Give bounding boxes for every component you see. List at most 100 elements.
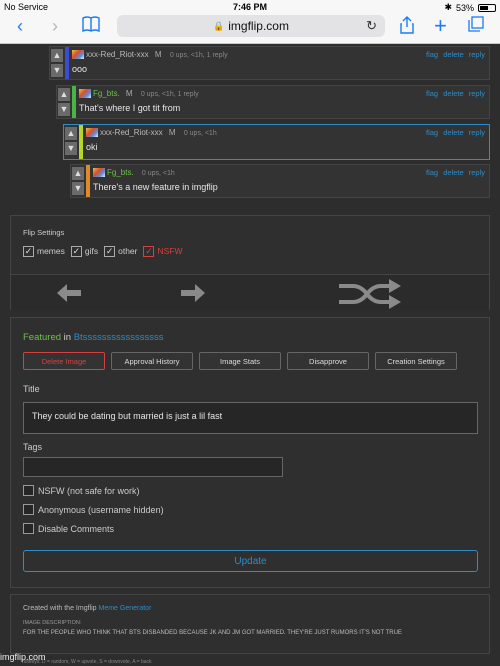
image-description: FOR THE PEOPLE WHO THINK THAT BTS DISBAN…: [23, 630, 402, 636]
address-bar[interactable]: 🔒 imgflip.com ↻: [117, 15, 385, 37]
vote-controls: ▲ ▼: [71, 165, 85, 197]
image-stats-button[interactable]: Image Stats: [199, 352, 281, 370]
vote-controls: ▲ ▼: [50, 47, 64, 79]
back-button[interactable]: ‹: [17, 16, 23, 36]
title-input[interactable]: They could be dating but married is just…: [23, 402, 478, 434]
thread-bar: [65, 47, 69, 79]
upvote-button[interactable]: ▲: [51, 49, 63, 62]
meme-generator-link[interactable]: Meme Generator: [99, 605, 152, 612]
new-tab-icon[interactable]: +: [434, 15, 447, 37]
downvote-button[interactable]: ▼: [65, 142, 77, 155]
flag-link[interactable]: flag: [426, 128, 438, 137]
checkbox-other[interactable]: ✓: [104, 246, 116, 258]
upvote-button[interactable]: ▲: [58, 88, 70, 101]
avatar: [72, 50, 84, 59]
gender-label: M: [154, 50, 162, 59]
next-arrow-icon[interactable]: [181, 284, 205, 306]
filter-nsfw[interactable]: ✓ NSFW: [143, 246, 183, 258]
reply-link[interactable]: reply: [469, 50, 485, 59]
battery-icon: [478, 3, 496, 12]
comment-username[interactable]: xxx-Red_Riot-xxx: [86, 50, 149, 59]
bluetooth-icon: ✱: [444, 2, 452, 12]
delete-image-button[interactable]: Delete Image: [23, 352, 105, 370]
creation-settings-button[interactable]: Creation Settings: [375, 352, 457, 370]
battery-area: ✱ 53%: [444, 2, 496, 13]
vote-controls: ▲ ▼: [64, 125, 78, 157]
comment: ▲ ▼ Fg_bts. 0 ups, <1h flag delete reply…: [70, 164, 490, 198]
disapprove-button[interactable]: Disapprove: [287, 352, 369, 370]
comment-username[interactable]: xxx-Red_Riot-xxx: [100, 128, 163, 137]
reply-link[interactable]: reply: [469, 128, 485, 137]
upvote-button[interactable]: ▲: [72, 167, 84, 180]
disable-comments-checkbox[interactable]: [23, 523, 34, 534]
lock-icon: 🔒: [213, 20, 225, 31]
stream-link[interactable]: Btsssssssssssssssss: [74, 332, 164, 343]
approval-history-button[interactable]: Approval History: [111, 352, 193, 370]
checkbox-nsfw[interactable]: ✓: [143, 246, 155, 258]
comment-stats: 0 ups, <1h, 1 reply: [169, 52, 228, 59]
vote-controls: ▲ ▼: [57, 86, 71, 118]
filter-gifs[interactable]: ✓ gifs: [70, 246, 98, 258]
avatar: [86, 128, 98, 137]
anonymous-checkbox[interactable]: [23, 504, 34, 515]
comment-username[interactable]: Fg_bts.: [107, 168, 134, 177]
tabs-icon[interactable]: [468, 16, 484, 36]
avatar: [93, 168, 105, 177]
reload-icon[interactable]: ↻: [366, 18, 377, 34]
gender-label: M: [125, 89, 133, 98]
url-text: imgflip.com: [228, 19, 289, 33]
flag-link[interactable]: flag: [426, 50, 438, 59]
comment-text: oki: [86, 142, 98, 152]
tags-input[interactable]: [23, 457, 283, 477]
comment-text: ooo: [72, 64, 88, 74]
downvote-button[interactable]: ▼: [72, 182, 84, 195]
anonymous-option[interactable]: Anonymous (username hidden): [23, 504, 164, 515]
flag-link[interactable]: flag: [426, 168, 438, 177]
flip-settings-title: Flip Settings: [23, 228, 65, 237]
created-with: Created with the Imgflip Meme Generator: [23, 605, 152, 612]
clock: 7:46 PM: [232, 2, 267, 12]
image-description-label: IMAGE DESCRIPTION:: [23, 620, 82, 626]
comment: ▲ ▼ xxx-Red_Riot-xxx M 0 ups, <1h, 1 rep…: [49, 46, 490, 80]
filter-other[interactable]: ✓ other: [104, 246, 137, 258]
nsfw-checkbox[interactable]: [23, 485, 34, 496]
shuffle-icon[interactable]: [337, 279, 403, 314]
battery-percent: 53%: [455, 2, 474, 13]
filter-memes[interactable]: ✓ memes: [23, 246, 65, 258]
comment-username[interactable]: Fg_bts.: [93, 89, 120, 98]
update-button[interactable]: Update: [23, 550, 478, 572]
forward-button[interactable]: ›: [52, 16, 58, 36]
prev-arrow-icon[interactable]: [57, 284, 81, 306]
reply-link[interactable]: reply: [469, 89, 485, 98]
bookmarks-icon[interactable]: [82, 16, 100, 36]
gender-label: M: [168, 128, 176, 137]
nsfw-option[interactable]: NSFW (not safe for work): [23, 485, 140, 496]
delete-link[interactable]: delete: [443, 168, 463, 177]
thread-bar: [72, 86, 76, 118]
title-label: Title: [23, 384, 40, 394]
flag-link[interactable]: flag: [426, 89, 438, 98]
avatar: [79, 89, 91, 98]
flip-filter-options: ✓ memes ✓ gifs ✓ other ✓ NSFW: [23, 246, 183, 258]
featured-header: Featured in Btsssssssssssssssss: [23, 332, 164, 343]
browser-chrome: No Service 7:46 PM ✱ 53% ‹ › 🔒 imgflip.c…: [0, 0, 500, 44]
reply-link[interactable]: reply: [469, 168, 485, 177]
flip-navigation: [11, 274, 489, 310]
status-bar: No Service 7:46 PM ✱ 53%: [0, 0, 500, 14]
delete-link[interactable]: delete: [443, 89, 463, 98]
image-footer: Created with the Imgflip Meme Generator …: [10, 594, 490, 654]
share-icon[interactable]: [400, 16, 414, 38]
downvote-button[interactable]: ▼: [51, 64, 63, 77]
upvote-button[interactable]: ▲: [65, 127, 77, 140]
disable-comments-option[interactable]: Disable Comments: [23, 523, 114, 534]
downvote-button[interactable]: ▼: [58, 103, 70, 116]
thread-bar: [86, 165, 90, 197]
image-actions: Delete Image Approval History Image Stat…: [23, 352, 457, 370]
thread-bar: [79, 125, 83, 159]
checkbox-gifs[interactable]: ✓: [70, 246, 82, 258]
comment-text: That's where I got tit from: [79, 103, 181, 113]
checkbox-memes[interactable]: ✓: [23, 246, 34, 258]
image-settings-panel: Featured in Btsssssssssssssssss Delete I…: [10, 317, 490, 588]
delete-link[interactable]: delete: [443, 50, 463, 59]
delete-link[interactable]: delete: [443, 128, 463, 137]
